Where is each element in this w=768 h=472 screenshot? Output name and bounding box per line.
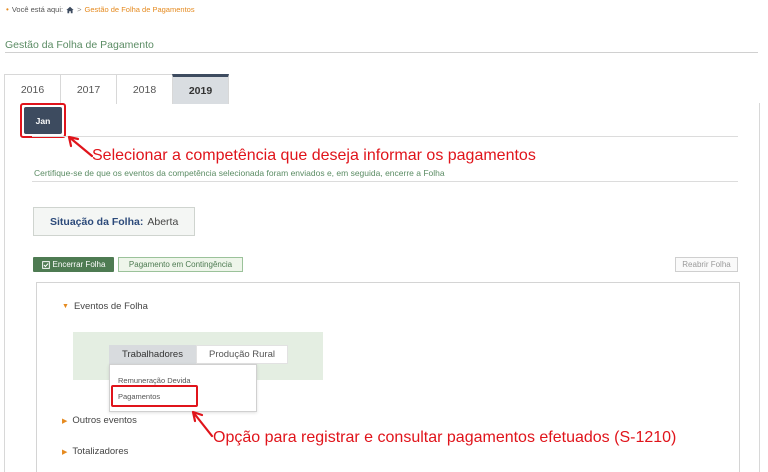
caret-down-icon: ▼ bbox=[62, 303, 69, 310]
month-highlight: Jan bbox=[20, 103, 66, 138]
reopen-payroll-button[interactable]: Reabrir Folha bbox=[675, 257, 738, 272]
subtab-workers[interactable]: Trabalhadores bbox=[109, 345, 196, 364]
section-other-events[interactable]: ▶ Outros eventos bbox=[62, 415, 137, 426]
section-payroll-events[interactable]: ▼ Eventos de Folha bbox=[62, 301, 148, 312]
caret-right-icon: ▶ bbox=[62, 448, 68, 456]
annotation-payments-option: Opção para registrar e consultar pagamen… bbox=[213, 429, 677, 446]
checkbox-icon bbox=[41, 260, 50, 269]
info-text: Certifique-se de que os eventos da compe… bbox=[34, 168, 445, 178]
payroll-status-box: Situação da Folha: Aberta bbox=[33, 207, 195, 236]
section-other-events-label: Outros eventos bbox=[72, 415, 137, 426]
payments-highlight bbox=[111, 385, 198, 407]
annotation-select-period: Selecionar a competência que deseja info… bbox=[92, 147, 536, 164]
status-label: Situação da Folha: bbox=[50, 215, 144, 228]
home-icon[interactable] bbox=[66, 6, 74, 14]
section-totalizers-label: Totalizadores bbox=[72, 446, 129, 457]
breadcrumb-prefix: Você está aqui: bbox=[11, 5, 64, 14]
caret-right-icon: ▶ bbox=[62, 417, 68, 425]
close-payroll-button[interactable]: Encerrar Folha bbox=[33, 257, 114, 272]
tab-2018[interactable]: 2018 bbox=[116, 74, 173, 104]
breadcrumb-current[interactable]: Gestão de Folha de Pagamentos bbox=[85, 5, 195, 14]
tab-2016[interactable]: 2016 bbox=[4, 74, 61, 104]
section-payroll-events-label: Eventos de Folha bbox=[73, 301, 148, 312]
section-totalizers[interactable]: ▶ Totalizadores bbox=[62, 446, 128, 457]
page-title: Gestão da Folha de Pagamento bbox=[5, 39, 154, 51]
title-divider bbox=[5, 52, 758, 53]
close-payroll-label: Encerrar Folha bbox=[52, 260, 106, 269]
month-divider bbox=[32, 136, 738, 137]
year-tabs: 2016 2017 2018 2019 bbox=[4, 74, 229, 104]
menu-item-remuneracao[interactable]: Remuneração Devida bbox=[118, 376, 191, 385]
tab-2017[interactable]: 2017 bbox=[60, 74, 117, 104]
breadcrumb: • Você está aqui: > Gestão de Folha de P… bbox=[6, 5, 195, 14]
tab-2019[interactable]: 2019 bbox=[172, 74, 229, 104]
contingency-payment-button[interactable]: Pagamento em Contingência bbox=[118, 257, 243, 272]
status-value: Aberta bbox=[147, 215, 179, 228]
month-button-jan[interactable]: Jan bbox=[24, 107, 62, 134]
info-divider bbox=[32, 181, 738, 182]
subtab-rural[interactable]: Produção Rural bbox=[196, 345, 288, 364]
bullet-icon: • bbox=[6, 5, 9, 14]
breadcrumb-separator: > bbox=[77, 5, 82, 14]
